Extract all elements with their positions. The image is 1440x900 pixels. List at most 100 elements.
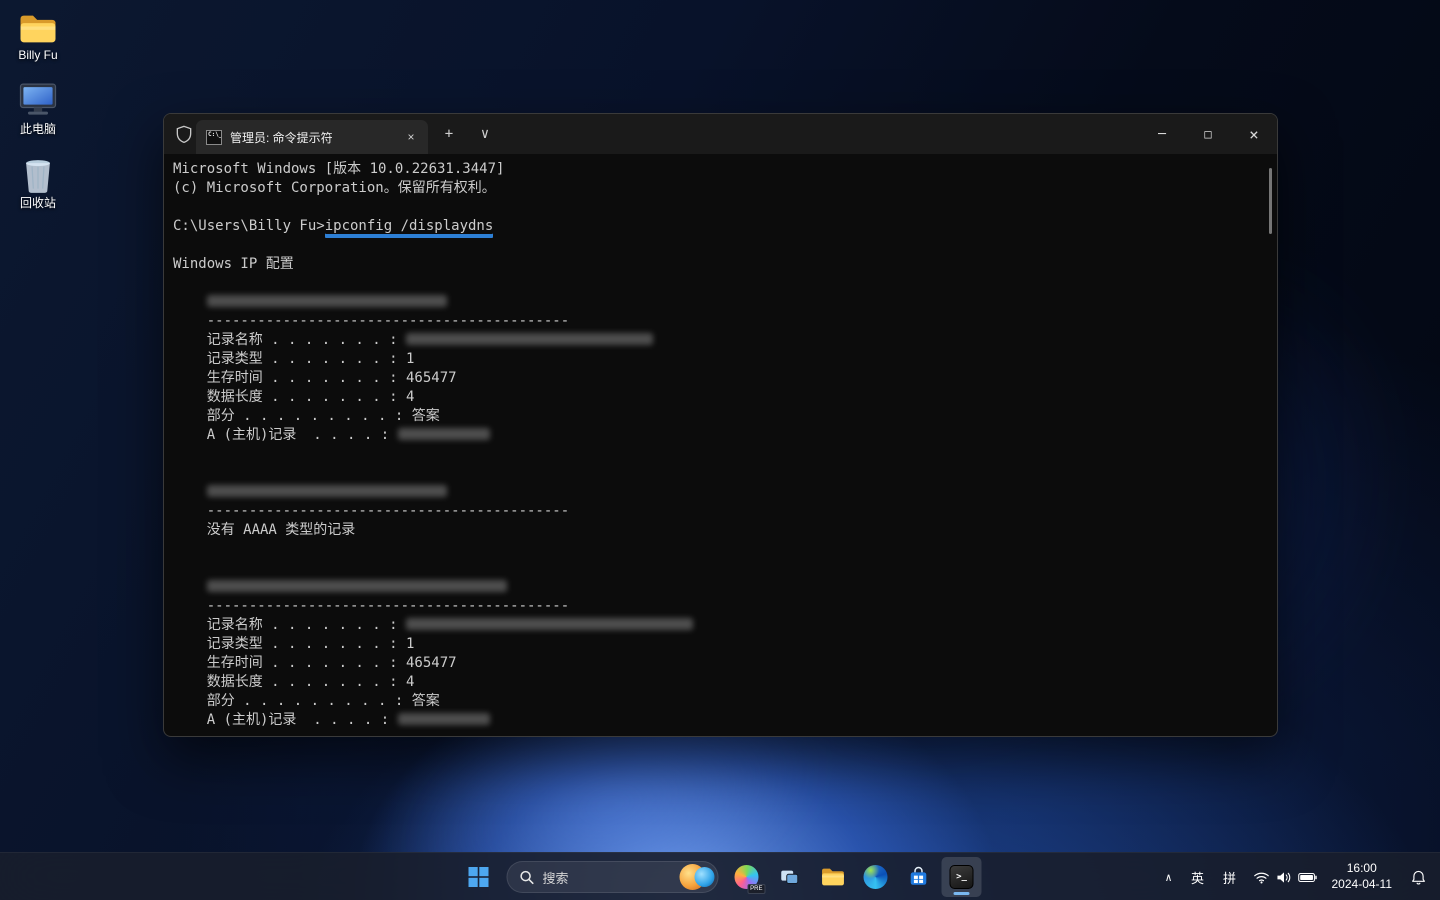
search-highlight-blue-icon [695,867,715,887]
terminal-text: 记录名称 . . . . . . . : [173,617,406,633]
terminal-text: Microsoft Windows [版本 10.0.22631.3447] [173,161,504,177]
terminal-line [173,464,1265,483]
new-tab-button[interactable]: + [434,120,464,148]
terminal-line: 记录类型 . . . . . . . : 1 [173,635,1265,654]
terminal-titlebar[interactable]: C:\_ 管理员: 命令提示符 × + ∨ ─ □ × [164,114,1277,154]
notification-bell-button[interactable] [1400,857,1436,897]
close-button[interactable]: × [1231,114,1277,154]
terminal-line: 生存时间 . . . . . . . : 465477 [173,369,1265,388]
task-view-icon [779,866,801,888]
ime-pinyin-button[interactable]: 拼 [1214,857,1246,897]
terminal-text: 记录类型 . . . . . . . : 1 [173,636,414,652]
redacted-text [207,295,447,307]
desktop-icon-this-pc[interactable]: 此电脑 [6,78,70,136]
recycle-bin-icon [21,152,55,194]
terminal-line [173,293,1265,312]
terminal-text: 部分 . . . . . . . . . : 答案 [173,693,440,709]
maximize-button[interactable]: □ [1185,114,1231,154]
terminal-text: 记录类型 . . . . . . . : 1 [173,351,414,367]
terminal-line: A (主机)记录 . . . . : [173,426,1265,445]
terminal-taskbar-button[interactable]: >_ [942,857,982,897]
desktop: Billy Fu 此电脑 [0,0,1440,900]
terminal-text: 数据长度 . . . . . . . : 4 [173,389,414,405]
taskbar-center-group: 搜索 PRE [459,853,982,900]
file-explorer-icon [820,866,845,888]
terminal-tab[interactable]: C:\_ 管理员: 命令提示符 × [196,120,428,154]
terminal-line [173,483,1265,502]
system-icons-button[interactable] [1246,857,1324,897]
desktop-icon-recycle-bin[interactable]: 回收站 [6,152,70,210]
terminal-text: (c) Microsoft Corporation。保留所有权利。 [173,180,496,196]
terminal-line: 记录名称 . . . . . . . : [173,331,1265,350]
terminal-text: A (主机)记录 . . . . : [173,427,398,443]
terminal-text: 部分 . . . . . . . . . : 答案 [173,408,440,424]
terminal-line: Microsoft Windows [版本 10.0.22631.3447] [173,160,1265,179]
desktop-icon-billy-fu[interactable]: Billy Fu [6,4,70,62]
task-view-button[interactable] [770,857,810,897]
minimize-button[interactable]: ─ [1139,114,1185,154]
store-button[interactable] [899,857,939,897]
volume-icon [1276,870,1292,885]
terminal-text [173,579,207,595]
system-tray: ∧ 英 拼 [1156,853,1437,900]
terminal-line [173,540,1265,559]
ime-english-button[interactable]: 英 [1182,857,1214,897]
file-explorer-button[interactable] [813,857,853,897]
desktop-icon-list: Billy Fu 此电脑 [6,4,70,211]
clock[interactable]: 16:00 2024-04-11 [1324,857,1401,897]
copilot-button[interactable]: PRE [727,857,767,897]
redacted-text [398,713,490,725]
command-text: ipconfig /displaydns [325,218,494,234]
redacted-text [207,485,447,497]
tray-overflow-chevron-button[interactable]: ∧ [1156,857,1182,897]
terminal-body[interactable]: Microsoft Windows [版本 10.0.22631.3447] (c… [164,154,1277,737]
terminal-line: ----------------------------------------… [173,502,1265,521]
terminal-text: ----------------------------------------… [173,503,569,519]
this-pc-icon [18,78,58,120]
search-icon [520,870,535,885]
terminal-line: 生存时间 . . . . . . . : 465477 [173,654,1265,673]
terminal-window: C:\_ 管理员: 命令提示符 × + ∨ ─ □ × Microsoft Wi… [163,113,1278,737]
terminal-output: Microsoft Windows [版本 10.0.22631.3447] (c… [173,160,1265,730]
terminal-line: C:\Users\Billy Fu>ipconfig /displaydns [173,217,1265,236]
terminal-text: 没有 AAAA 类型的记录 [173,522,355,538]
taskbar-search-box[interactable]: 搜索 [507,861,719,893]
tab-close-button[interactable]: × [400,126,422,148]
terminal-text: 生存时间 . . . . . . . : 465477 [173,655,457,671]
terminal-text: ----------------------------------------… [173,313,569,329]
terminal-line: 数据长度 . . . . . . . : 4 [173,388,1265,407]
terminal-text: Windows IP 配置 [173,256,294,272]
terminal-text: 数据长度 . . . . . . . : 4 [173,674,414,690]
terminal-text: ----------------------------------------… [173,598,569,614]
running-app-indicator [954,892,970,895]
terminal-line: 记录类型 . . . . . . . : 1 [173,350,1265,369]
search-placeholder-text: 搜索 [543,868,672,887]
wifi-icon [1253,870,1270,885]
terminal-line: ----------------------------------------… [173,312,1265,331]
terminal-line [173,236,1265,255]
cmd-icon: C:\_ [206,130,222,145]
desktop-icon-label: Billy Fu [18,49,57,62]
terminal-line: 数据长度 . . . . . . . : 4 [173,673,1265,692]
windows-logo-icon [468,866,490,888]
terminal-text: 记录名称 . . . . . . . : [173,332,406,348]
bell-icon [1410,869,1427,886]
tray-date: 2024-04-11 [1332,877,1393,893]
edge-button[interactable] [856,857,896,897]
admin-shield-icon [176,125,192,143]
terminal-line: 没有 AAAA 类型的记录 [173,521,1265,540]
terminal-line: 部分 . . . . . . . . . : 答案 [173,692,1265,711]
terminal-line [173,274,1265,293]
tab-dropdown-button[interactable]: ∨ [470,120,500,148]
scrollbar-thumb[interactable] [1269,168,1272,234]
redacted-text [398,428,490,440]
terminal-text [173,294,207,310]
terminal-line: (c) Microsoft Corporation。保留所有权利。 [173,179,1265,198]
microsoft-store-icon [908,866,930,888]
tab-title: 管理员: 命令提示符 [230,129,392,146]
terminal-line [173,578,1265,597]
search-highlights-icon[interactable] [680,864,715,890]
copilot-preview-badge: PRE [747,884,765,894]
taskbar: 搜索 PRE [0,852,1440,900]
start-button[interactable] [459,857,499,897]
